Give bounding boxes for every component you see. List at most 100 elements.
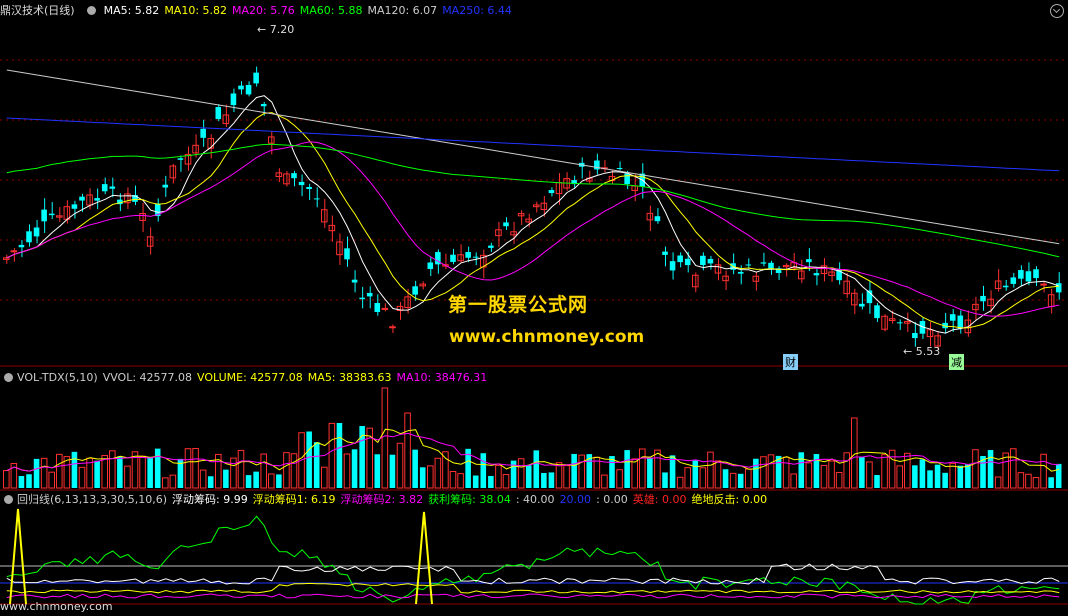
candle-body: [472, 256, 479, 258]
volume-bar: [381, 387, 389, 489]
volume-bar: [283, 452, 290, 489]
candle-body: [488, 245, 494, 248]
volume-bar: [994, 476, 1002, 489]
volume-bar: [767, 454, 775, 489]
indicator-label-8: 英雄: 0.00: [632, 493, 687, 506]
volume-bar: [502, 474, 510, 489]
low-price-label: ← 5.53: [903, 345, 941, 358]
volume-bar: [276, 474, 282, 488]
candle-body: [465, 252, 471, 258]
volume-label-0: VOL-TDX(5,10): [17, 371, 98, 384]
candle-body: [215, 107, 222, 120]
volume-bar: [374, 454, 381, 488]
volume-bar: [533, 450, 540, 488]
settings-icon[interactable]: [87, 6, 97, 15]
volume-bar: [987, 450, 994, 488]
spike-signal-1: [415, 511, 433, 605]
candle-body: [10, 250, 18, 253]
candle-body: [101, 184, 108, 192]
candle-body: [1018, 270, 1024, 279]
candle-body: [260, 104, 267, 107]
indicator-label-9: 绝地反击: 0.00: [691, 493, 768, 506]
candle-body: [306, 186, 312, 190]
candle-body: [813, 273, 820, 276]
candle-body: [48, 213, 55, 216]
candle-body: [162, 184, 169, 188]
volume-bar: [71, 451, 78, 488]
candle-body: [412, 286, 418, 295]
candle-body: [177, 158, 184, 160]
candle-body: [859, 303, 865, 307]
indicator-label-6: 20.00: [559, 493, 592, 506]
volume-bar: [888, 449, 896, 489]
volume-bar: [904, 452, 911, 489]
volume-bar: [525, 465, 532, 488]
candle-body: [404, 296, 411, 308]
volume-label-3: MA5: 38383.63: [307, 371, 392, 384]
volume-bar: [624, 450, 630, 488]
candle-body: [616, 168, 623, 170]
volume-bar: [223, 469, 229, 488]
volume-bar: [306, 431, 312, 488]
volume-bar: [601, 474, 608, 489]
indicator-label-3: 浮动筹码2: 3.82: [340, 493, 424, 506]
volume-bar: [676, 476, 684, 489]
floating-chip-line: [6, 563, 1060, 585]
candle-body: [912, 332, 918, 339]
volume-bar: [313, 442, 320, 488]
volume-bar: [343, 453, 351, 489]
volume-bar: [230, 457, 237, 489]
volume-bar: [760, 456, 767, 489]
volume-bar: [859, 456, 865, 488]
volume-bar: [124, 465, 131, 489]
volume-bar: [790, 473, 798, 489]
candle-body: [94, 198, 100, 201]
reduction-tag[interactable]: 减: [949, 354, 964, 370]
volume-bar: [1040, 453, 1047, 489]
volume-bar: [94, 460, 100, 488]
candle-body: [700, 255, 706, 266]
candle-body: [41, 209, 47, 222]
volume-bar: [389, 454, 396, 488]
candle-body: [994, 280, 1002, 289]
volume-bar: [237, 449, 245, 489]
volume-bar: [268, 473, 275, 489]
candle-body: [450, 254, 456, 262]
candle-body: [1055, 283, 1062, 293]
ma-label-0: MA5: 5.82: [103, 4, 160, 17]
candle-body: [298, 181, 305, 186]
volume-bar: [957, 465, 964, 488]
volume-bar: [442, 451, 449, 489]
volume-bar: [78, 466, 86, 489]
candle-body: [291, 173, 297, 179]
settings-icon[interactable]: [4, 373, 13, 382]
candle-body: [79, 196, 85, 201]
finance-tag[interactable]: 财: [783, 354, 798, 370]
candle-body: [737, 271, 744, 274]
volume-bar: [488, 475, 494, 488]
volume-bar: [866, 461, 873, 489]
volume-bar: [662, 472, 668, 488]
candle-body: [874, 305, 880, 319]
volume-bar: [820, 464, 828, 489]
volume-bar: [351, 449, 358, 488]
volume-bar: [881, 454, 888, 489]
settings-icon[interactable]: [4, 495, 13, 504]
volume-bar: [654, 449, 661, 489]
candle-body: [245, 84, 252, 95]
volume-bar: [472, 475, 479, 488]
volume-bar: [199, 469, 207, 489]
indicator-label-0: 回归线(6,13,13,3,30,5,10,6): [17, 493, 168, 506]
candle-body: [1033, 269, 1039, 279]
ma-label-3: MA60: 5.88: [299, 4, 363, 17]
volume-bar: [169, 474, 177, 489]
candle-body: [1002, 285, 1009, 288]
volume-bar: [1017, 472, 1025, 489]
candle-body: [669, 261, 676, 271]
price-panel-header: 鼎汉技术(日线) MA5: 5.82 MA10: 5.82 MA20: 5.76 MA…: [0, 3, 522, 19]
indicator-label-5: : 40.00: [515, 493, 555, 506]
volume-bar: [934, 464, 941, 488]
volume-bar: [942, 472, 948, 488]
collapse-icon[interactable]: [1050, 4, 1064, 18]
volume-ma5-line: [6, 428, 1060, 472]
